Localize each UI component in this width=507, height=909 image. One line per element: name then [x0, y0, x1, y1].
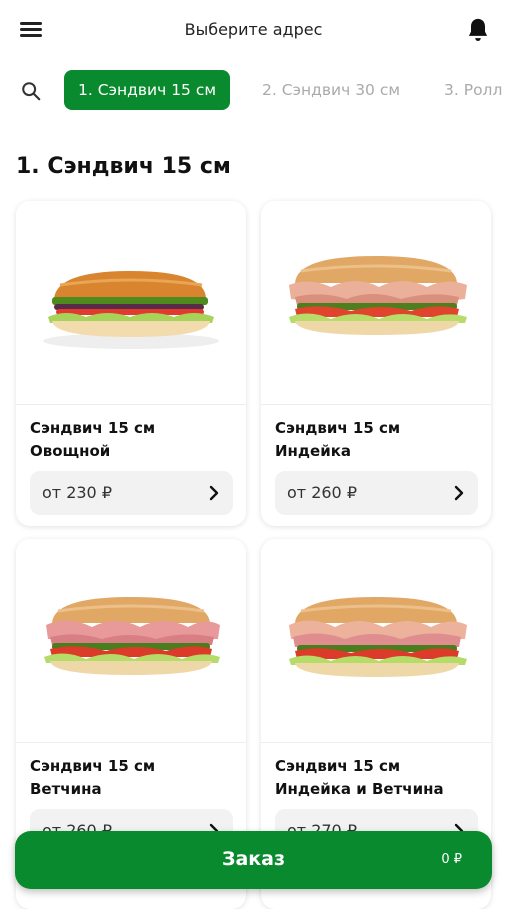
order-total: 0 ₽ [441, 852, 462, 867]
product-name: Сэндвич 15 см Овощной [30, 419, 156, 460]
tab-sandwich-15[interactable]: 1. Сэндвич 15 см [64, 70, 231, 110]
product-image [261, 201, 491, 405]
product-image [261, 539, 491, 743]
top-bar: Выберите адрес [0, 0, 507, 60]
product-card[interactable]: Сэндвич 15 см Овощной от 230 ₽ [16, 201, 246, 526]
address-selector[interactable]: Выберите адрес [0, 20, 507, 39]
chevron-right-icon [454, 485, 464, 501]
section-title: 1. Сэндвич 15 см [16, 154, 231, 179]
bell-icon[interactable] [464, 16, 492, 44]
price-button[interactable]: от 230 ₽ [30, 471, 233, 515]
product-image [16, 539, 246, 743]
price-label: от 260 ₽ [287, 483, 357, 502]
product-card[interactable]: Сэндвич 15 см Индейка от 260 ₽ [261, 201, 491, 526]
product-name: Сэндвич 15 см Индейка и Ветчина [275, 757, 444, 798]
product-image [16, 201, 246, 405]
tab-roll[interactable]: 3. Ролл [444, 70, 502, 110]
tab-sandwich-30[interactable]: 2. Сэндвич 30 см [262, 70, 400, 110]
price-button[interactable]: от 260 ₽ [275, 471, 478, 515]
chevron-right-icon [209, 485, 219, 501]
search-icon[interactable] [20, 80, 42, 102]
order-label: Заказ [221, 848, 286, 870]
product-name: Сэндвич 15 см Ветчина [30, 757, 156, 798]
price-label: от 230 ₽ [42, 483, 112, 502]
product-name: Сэндвич 15 см Индейка [275, 419, 401, 460]
order-button[interactable]: Заказ 0 ₽ [15, 831, 492, 889]
category-tabs: 1. Сэндвич 15 см 2. Сэндвич 30 см 3. Рол… [0, 70, 507, 110]
